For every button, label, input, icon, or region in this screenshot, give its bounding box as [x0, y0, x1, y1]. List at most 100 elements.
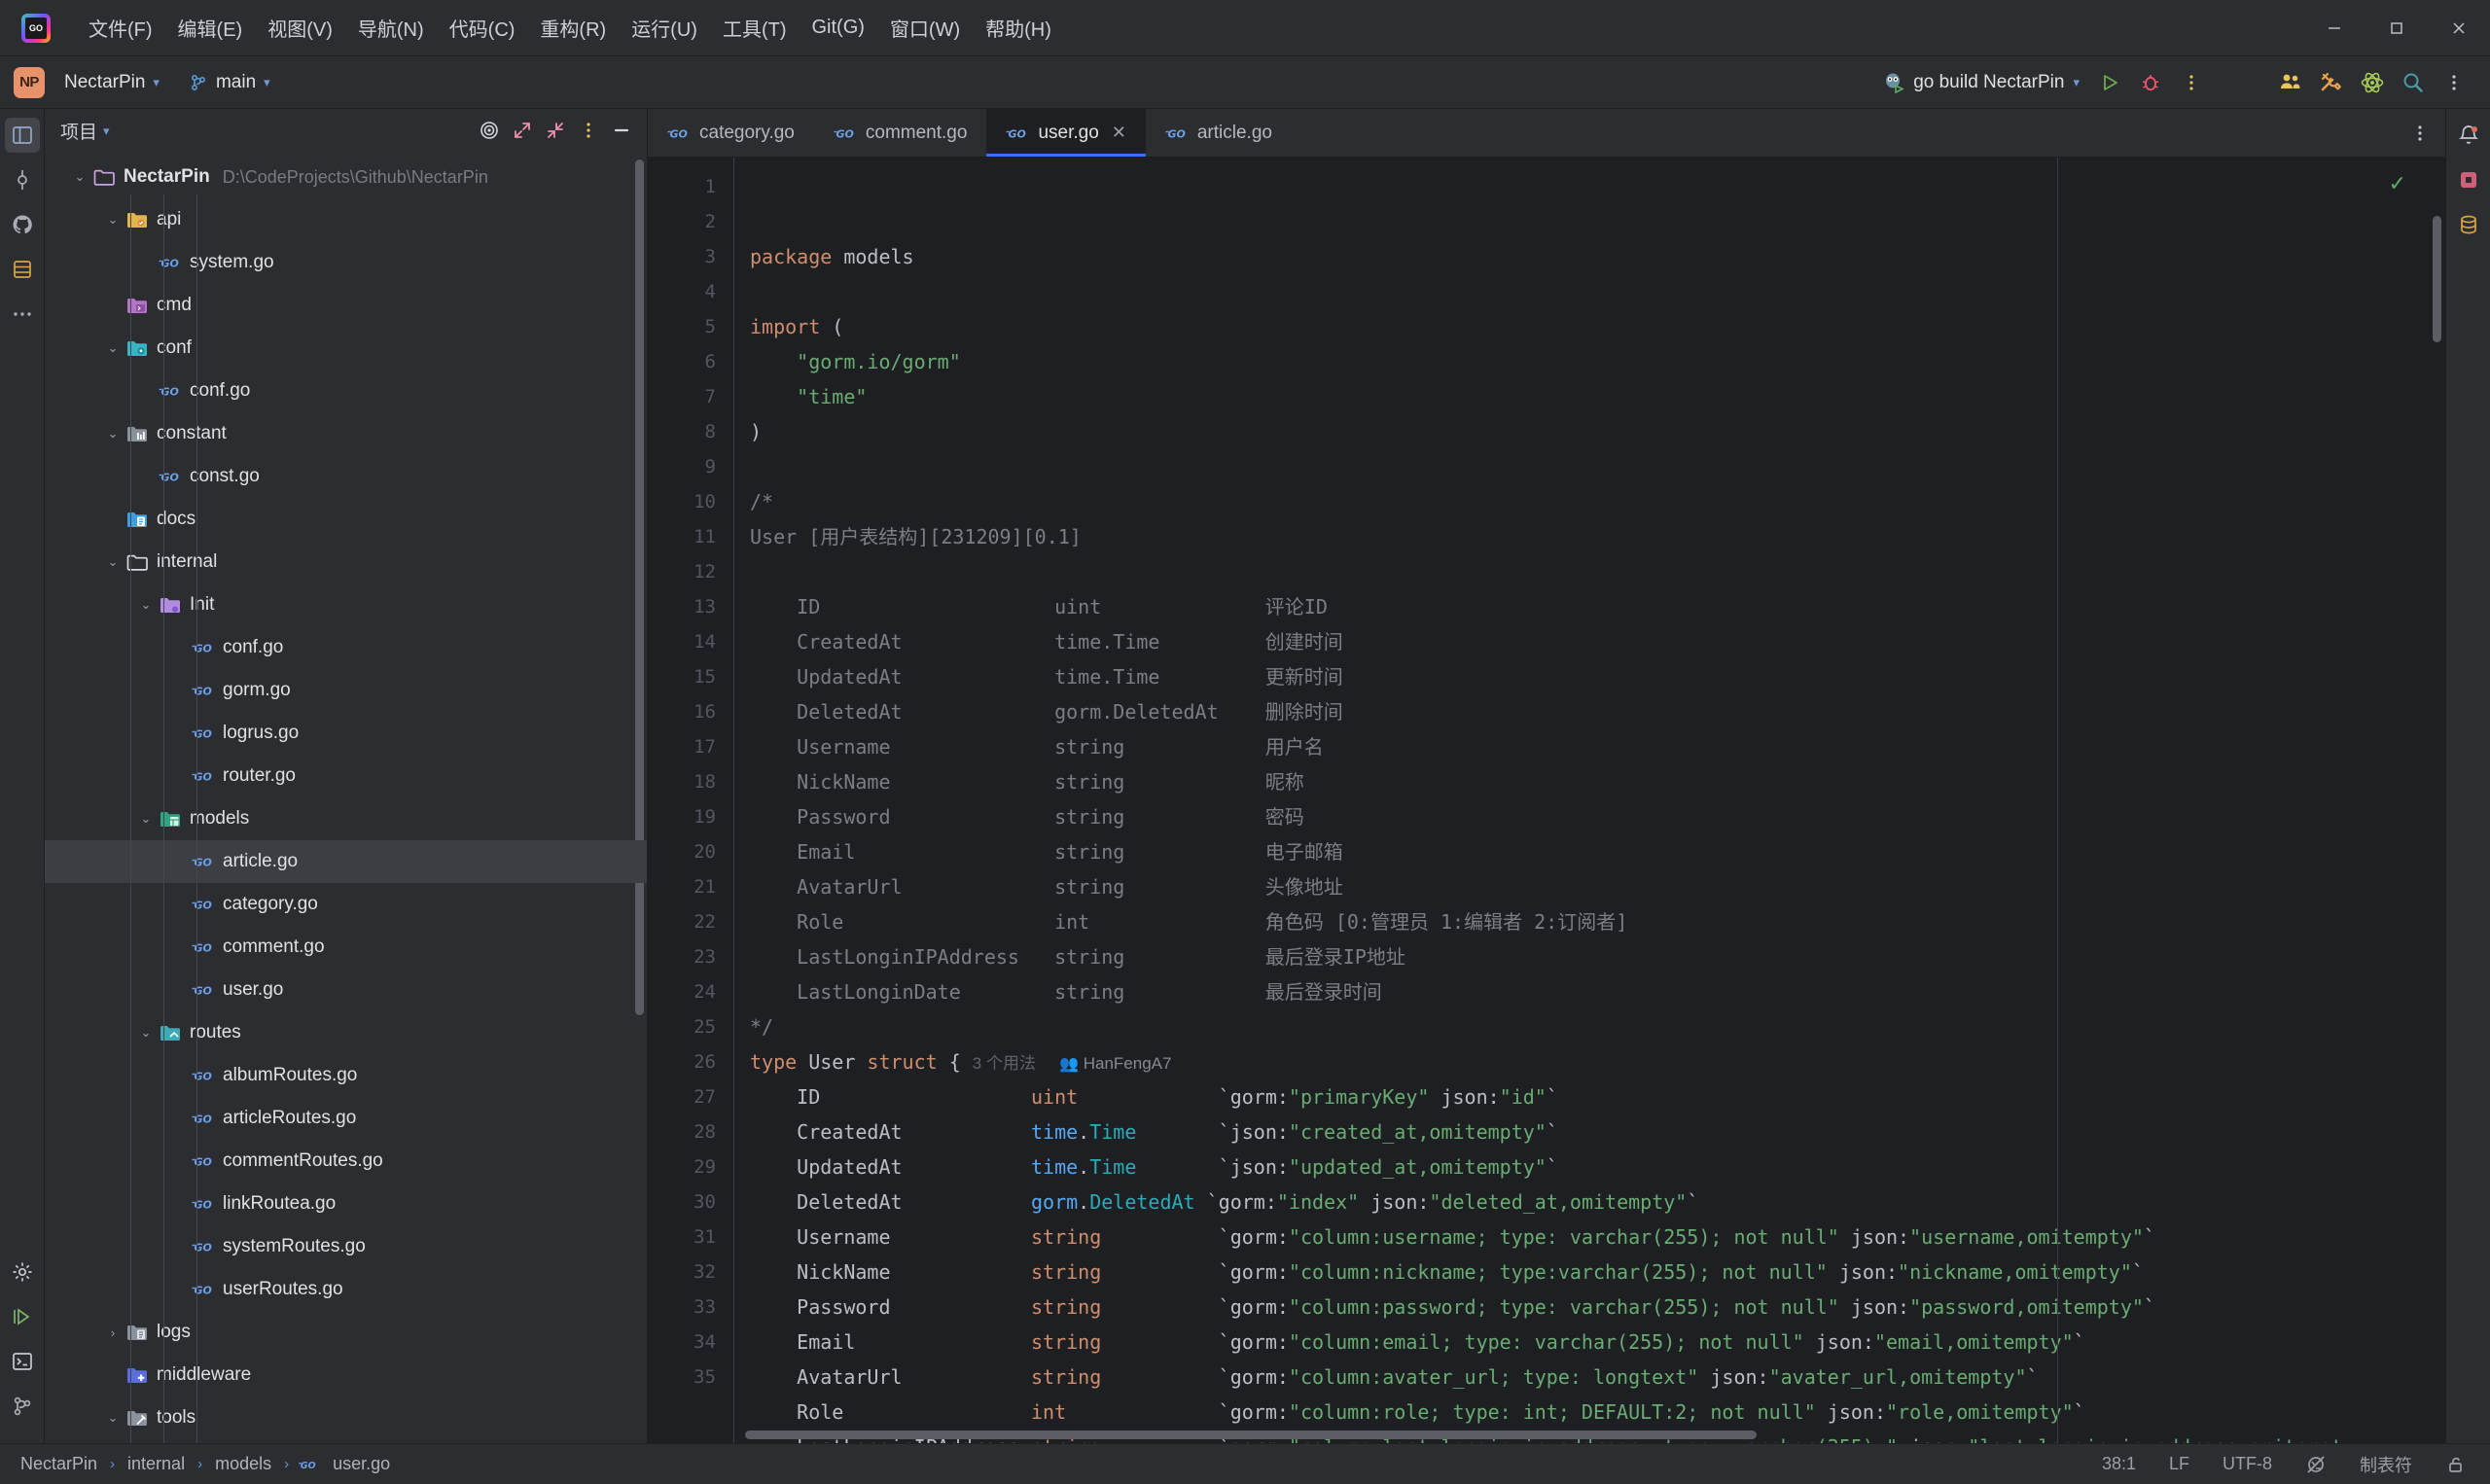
tab-close-icon[interactable]: ✕ [1112, 123, 1126, 143]
chevron-right-icon[interactable]: › [101, 1325, 124, 1340]
tree-node-cmd[interactable]: cmd [45, 284, 647, 327]
menu-item-9[interactable]: 窗口(W) [877, 9, 973, 47]
tree-node-logrus-go[interactable]: GOlogrus.go [45, 712, 647, 755]
code-content[interactable]: package modelsimport ( "gorm.io/gorm" "t… [734, 158, 2445, 1443]
tree-node-system-go[interactable]: GOsystem.go [45, 241, 647, 284]
tree-node-userroutes-go[interactable]: GOuserRoutes.go [45, 1268, 647, 1311]
menu-item-7[interactable]: 工具(T) [710, 9, 800, 47]
minimize-window-button[interactable] [2303, 0, 2366, 56]
menu-item-3[interactable]: 导航(N) [345, 9, 437, 47]
stripe-github-button[interactable] [5, 207, 40, 242]
stripe-more-tools-button[interactable] [5, 297, 40, 332]
more-run-actions-button[interactable] [2173, 64, 2210, 101]
menu-item-6[interactable]: 运行(U) [619, 9, 710, 47]
ai-assistant-atom-icon[interactable] [2354, 64, 2391, 101]
branch-selector[interactable]: main ▾ [180, 67, 279, 98]
run-configuration-selector[interactable]: go build NectarPin ▾ [1873, 67, 2089, 98]
chevron-down-icon[interactable]: ⌄ [101, 1410, 124, 1426]
read-write-lock-icon[interactable] [2439, 1451, 2472, 1478]
menu-item-5[interactable]: 重构(R) [527, 9, 619, 47]
chevron-down-icon[interactable]: ⌄ [134, 811, 158, 827]
stripe-settings-button[interactable] [5, 1254, 40, 1290]
tree-node-conf[interactable]: ⌄conf [45, 327, 647, 370]
notifications-icon[interactable] [2451, 118, 2486, 153]
tree-node-gorm-go[interactable]: GOgorm.go [45, 669, 647, 712]
tools-wrench-icon[interactable] [2313, 64, 2350, 101]
breadcrumb-item[interactable]: NectarPin [16, 1451, 102, 1477]
tree-node-routes[interactable]: ⌄routes [45, 1011, 647, 1054]
menu-item-4[interactable]: 代码(C) [437, 9, 528, 47]
tree-node-check-go[interactable]: GOcheck.go [45, 1439, 647, 1443]
expand-all-icon[interactable] [507, 115, 538, 146]
tree-node-commentroutes-go[interactable]: GOcommentRoutes.go [45, 1140, 647, 1183]
tree-node-user-go[interactable]: GOuser.go [45, 969, 647, 1011]
editor-tab-user-go[interactable]: GOuser.go✕ [986, 109, 1145, 157]
chevron-down-icon[interactable]: ⌄ [101, 426, 124, 442]
target-icon[interactable] [474, 115, 505, 146]
tree-node-middleware[interactable]: middleware [45, 1354, 647, 1396]
tree-node-systemroutes-go[interactable]: GOsystemRoutes.go [45, 1225, 647, 1268]
tree-node-internal[interactable]: ⌄internal [45, 541, 647, 583]
stripe-git-button[interactable] [5, 1389, 40, 1424]
tree-node-articleroutes-go[interactable]: GOarticleRoutes.go [45, 1097, 647, 1140]
tree-node-logs[interactable]: ›logs [45, 1311, 647, 1354]
tree-node-conf-go[interactable]: GOconf.go [45, 626, 647, 669]
collapse-all-icon[interactable] [540, 115, 571, 146]
menu-item-1[interactable]: 编辑(E) [165, 9, 256, 47]
line-separator[interactable]: LF [2163, 1451, 2195, 1477]
breadcrumb-item[interactable]: user.go [328, 1451, 395, 1477]
stripe-project-button[interactable] [5, 118, 40, 153]
tree-node-tools[interactable]: ⌄tools [45, 1396, 647, 1439]
project-panel-more-icon[interactable] [573, 115, 604, 146]
caret-position[interactable]: 38:1 [2096, 1451, 2142, 1477]
editor-vertical-scrollbar[interactable] [2433, 216, 2441, 342]
debug-button[interactable] [2132, 64, 2169, 101]
tree-node-comment-go[interactable]: GOcomment.go [45, 926, 647, 969]
tree-node-constant[interactable]: ⌄constant [45, 412, 647, 455]
project-selector[interactable]: NectarPin ▾ [55, 67, 168, 98]
tree-node-linkroutea-go[interactable]: GOlinkRoutea.go [45, 1183, 647, 1225]
chevron-down-icon[interactable]: ⌄ [134, 1025, 158, 1041]
breadcrumb-item[interactable]: internal [123, 1451, 190, 1477]
inspection-ok-icon[interactable]: ✓ [2389, 171, 2406, 196]
tree-node-albumroutes-go[interactable]: GOalbumRoutes.go [45, 1054, 647, 1097]
stripe-commit-button[interactable] [5, 162, 40, 197]
project-file-tree[interactable]: ⌄NectarPinD:\CodeProjects\Github\NectarP… [45, 152, 647, 1443]
close-window-button[interactable] [2428, 0, 2490, 56]
tree-node-init[interactable]: ⌄Init [45, 583, 647, 626]
editor-tabs-more-icon[interactable] [2404, 118, 2436, 149]
menu-item-2[interactable]: 视图(V) [255, 9, 345, 47]
indent-setting[interactable]: 制表符 [2354, 1449, 2418, 1480]
menu-item-0[interactable]: 文件(F) [76, 9, 165, 47]
tree-node-category-go[interactable]: GOcategory.go [45, 883, 647, 926]
chevron-down-icon[interactable]: ⌄ [101, 554, 124, 570]
tree-node-const-go[interactable]: GOconst.go [45, 455, 647, 498]
search-everywhere-icon[interactable] [2395, 64, 2432, 101]
stripe-terminal-button[interactable] [5, 1344, 40, 1379]
tree-node-article-go[interactable]: GOarticle.go [45, 840, 647, 883]
breadcrumb-item[interactable]: models [210, 1451, 276, 1477]
menu-item-10[interactable]: 帮助(H) [973, 9, 1064, 47]
editor-horizontal-scrollbar[interactable] [745, 1431, 1757, 1439]
hide-panel-icon[interactable] [606, 115, 637, 146]
tree-node-api[interactable]: ⌄api [45, 198, 647, 241]
menu-item-8[interactable]: Git(G) [800, 12, 877, 44]
inspections-off-icon[interactable] [2299, 1451, 2332, 1478]
stripe-database-button[interactable] [5, 252, 40, 287]
plugins-icon[interactable] [2451, 162, 2486, 197]
tree-node-router-go[interactable]: GOrouter.go [45, 755, 647, 797]
editor-tab-comment-go[interactable]: GOcomment.go [814, 109, 987, 157]
chevron-down-icon[interactable]: ⌄ [134, 597, 158, 613]
code-editor[interactable]: 1234567891011121314151617181920212223242… [648, 158, 2445, 1443]
tree-node-models[interactable]: ⌄models [45, 797, 647, 840]
chevron-down-icon[interactable]: ▾ [103, 124, 110, 137]
tree-node-conf-go[interactable]: GOconf.go [45, 370, 647, 412]
tree-node-docs[interactable]: docs [45, 498, 647, 541]
editor-tab-article-go[interactable]: GOarticle.go [1146, 109, 1292, 157]
stripe-run-tool-button[interactable] [5, 1299, 40, 1334]
editor-tab-category-go[interactable]: GOcategory.go [648, 109, 814, 157]
chevron-down-icon[interactable]: ⌄ [101, 212, 124, 228]
chevron-down-icon[interactable]: ⌄ [101, 340, 124, 356]
file-encoding[interactable]: UTF-8 [2217, 1451, 2278, 1477]
code-with-me-users-icon[interactable] [2272, 64, 2309, 101]
